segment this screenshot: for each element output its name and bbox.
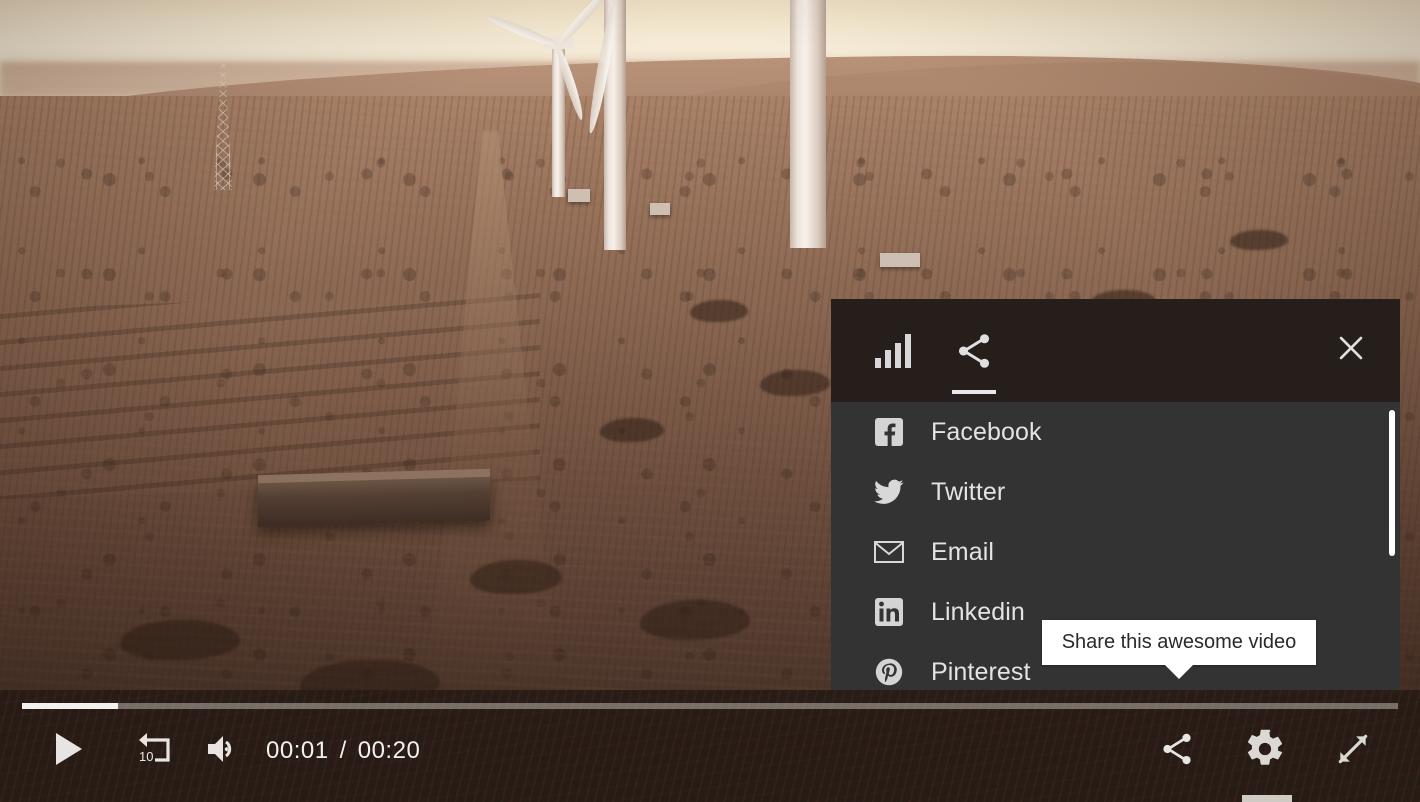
share-tooltip: Share this awesome video [1042, 620, 1316, 679]
twitter-icon [874, 477, 904, 507]
time-display: 00:01 / 00:20 [266, 737, 420, 765]
scrub-bush [470, 560, 562, 594]
close-icon [1334, 331, 1368, 370]
time-separator: / [339, 737, 347, 764]
volume-icon [206, 733, 240, 770]
play-icon [54, 732, 84, 771]
seek-bar-progress [22, 703, 119, 709]
share-option-label: Email [931, 537, 995, 566]
share-panel-tabs [831, 299, 1013, 402]
pinterest-icon [874, 657, 904, 687]
player-control-bar: 10 00:01 / 00:20 [0, 690, 1420, 802]
scrub-bush [760, 370, 830, 396]
page-horizontal-scrollbar[interactable] [1242, 795, 1292, 802]
share-option-facebook[interactable]: Facebook [831, 402, 1400, 462]
share-icon [953, 330, 995, 372]
total-time: 00:20 [357, 737, 421, 764]
share-icon [1158, 730, 1196, 773]
scrub-bush [640, 600, 750, 640]
controls-left-group: 10 00:01 / 00:20 [44, 726, 420, 776]
service-hut-3 [880, 253, 920, 267]
scrub-bush [120, 620, 240, 660]
scrub-bush [1230, 230, 1288, 250]
svg-text:10: 10 [139, 749, 153, 764]
volume-button[interactable] [198, 726, 248, 776]
share-button[interactable] [1152, 726, 1202, 776]
tab-stats[interactable] [855, 299, 934, 402]
linkedin-icon [874, 597, 904, 627]
facebook-icon [874, 417, 904, 447]
current-time: 00:01 [266, 737, 329, 764]
share-list-scrollbar[interactable] [1389, 410, 1395, 690]
video-player: Facebook Twitter Email Linkedin Pinteres… [0, 0, 1420, 802]
tooltip-label: Share this awesome video [1061, 631, 1297, 653]
share-option-label: Twitter [931, 477, 1006, 506]
fullscreen-button[interactable] [1328, 726, 1378, 776]
tab-share[interactable] [934, 299, 1013, 402]
rewind-10-button[interactable]: 10 [130, 726, 180, 776]
seek-bar[interactable] [22, 703, 1398, 709]
scrub-bush [600, 418, 664, 442]
tooltip-arrow [1165, 665, 1193, 679]
bar-chart-icon [874, 333, 915, 368]
email-icon [874, 537, 904, 567]
share-panel-header [831, 299, 1400, 402]
play-button[interactable] [44, 726, 94, 776]
share-option-label: Pinterest [931, 657, 1031, 686]
gear-icon [1244, 728, 1286, 775]
fullscreen-expand-icon [1334, 730, 1372, 773]
share-option-email[interactable]: Email [831, 522, 1400, 582]
share-option-label: Linkedin [931, 597, 1025, 626]
scrub-bush [690, 300, 748, 322]
rewind-10-icon: 10 [135, 729, 175, 774]
close-panel-button[interactable] [1331, 331, 1371, 371]
share-option-label: Facebook [931, 417, 1042, 446]
settings-button[interactable] [1240, 726, 1290, 776]
service-hut-1 [568, 189, 590, 202]
controls-right-group [1152, 726, 1378, 776]
concrete-culvert [258, 474, 490, 528]
scrollbar-thumb[interactable] [1389, 410, 1395, 556]
service-hut-2 [650, 203, 670, 215]
share-option-twitter[interactable]: Twitter [831, 462, 1400, 522]
